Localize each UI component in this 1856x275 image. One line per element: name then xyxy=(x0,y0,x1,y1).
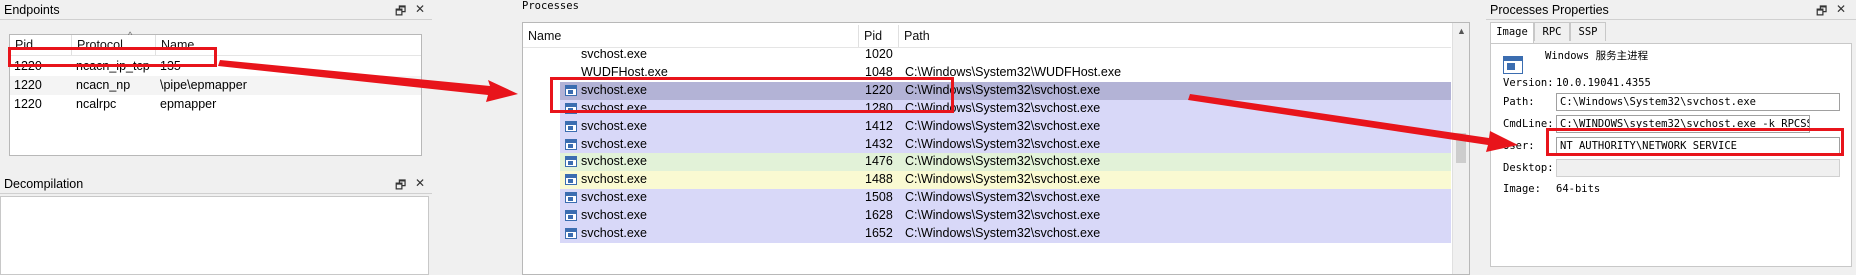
processes-pane: Processes Name Pid Path svchost.exe 1020 W… xyxy=(518,0,1472,275)
sort-indicator-icon: ^ xyxy=(128,30,133,40)
pid-cell: 1476 xyxy=(865,154,893,169)
table-row[interactable]: svchost.exe 1412 C:\Windows\System32\svcho… xyxy=(560,117,1451,136)
process-name-cell: svchost.exe xyxy=(581,154,648,169)
table-row[interactable]: svchost.exe 1508 C:\Windows\System32\svcho… xyxy=(560,189,1451,208)
exe-icon xyxy=(565,156,577,168)
process-name-cell: svchost.exe xyxy=(581,208,648,223)
col-header-path[interactable]: Path xyxy=(899,25,1451,47)
table-header-divider xyxy=(523,47,1451,48)
exe-icon xyxy=(565,210,577,222)
properties-title: Processes Properties xyxy=(1486,0,1856,20)
path-cell: C:\Windows\System32\svchost.exe xyxy=(905,172,1101,187)
highlight-cmdline-field xyxy=(1546,128,1844,156)
tab-rpc[interactable]: RPC xyxy=(1534,22,1570,41)
decompilation-area[interactable] xyxy=(0,196,429,275)
desktop-label: Desktop: xyxy=(1503,162,1554,174)
desktop-field[interactable] xyxy=(1556,159,1840,177)
table-row[interactable]: svchost.exe 1020 xyxy=(560,49,1451,64)
path-field[interactable]: C:\Windows\System32\svchost.exe xyxy=(1556,93,1840,111)
col-header-name[interactable]: Name xyxy=(523,25,859,47)
application-icon xyxy=(1503,56,1523,74)
pid-cell: 1432 xyxy=(865,136,893,151)
table-row[interactable]: svchost.exe 1432 C:\Windows\System32\svcho… xyxy=(560,135,1451,154)
exe-icon xyxy=(565,192,577,204)
decompilation-pane: Decompilation 🗗 ✕ xyxy=(0,174,432,275)
endpoints-title: Endpoints xyxy=(0,0,432,20)
highlight-process-row xyxy=(550,77,954,113)
path-cell: C:\Windows\System32\svchost.exe xyxy=(905,136,1101,151)
protocol-cell: ncacn_np xyxy=(76,78,131,92)
process-name-cell: svchost.exe xyxy=(581,49,648,61)
path-cell: C:\Windows\System32\svchost.exe xyxy=(905,190,1101,205)
table-row[interactable]: 1220 ncalrpc epmapper xyxy=(10,95,421,114)
properties-tabs: Image RPC SSP xyxy=(1490,22,1852,43)
name-cell: \pipe\epmapper xyxy=(160,78,247,92)
processes-title: Processes xyxy=(522,0,579,12)
process-name-cell: svchost.exe xyxy=(581,172,648,187)
highlight-endpoint-row xyxy=(8,47,217,67)
endpoints-pane: Endpoints 🗗 ✕ Pid Protocol ^ Name 1220 nc… xyxy=(0,0,432,168)
float-icon[interactable]: 🗗 xyxy=(1816,2,1827,23)
version-label: Version: xyxy=(1503,77,1554,89)
vertical-scrollbar[interactable]: ▲ xyxy=(1452,23,1469,274)
path-label: Path: xyxy=(1503,96,1535,108)
table-row[interactable]: 1220 ncacn_np \pipe\epmapper xyxy=(10,76,421,95)
exe-icon xyxy=(565,228,577,239)
pid-cell: 1488 xyxy=(865,172,893,187)
table-row[interactable]: svchost.exe 1488 C:\Windows\System32\svcho… xyxy=(560,171,1451,190)
process-description: Windows 服务主进程 xyxy=(1545,50,1649,62)
image-value: 64-bits xyxy=(1556,183,1601,195)
path-cell: C:\Windows\System32\svchost.exe xyxy=(905,208,1101,223)
user-label: User: xyxy=(1503,140,1535,152)
path-cell: C:\Windows\System32\svchost.exe xyxy=(905,226,1101,240)
pid-cell: 1220 xyxy=(14,97,42,111)
image-label: Image: xyxy=(1503,183,1541,195)
process-name-cell: svchost.exe xyxy=(581,136,648,151)
exe-icon xyxy=(565,120,577,132)
col-header-pid[interactable]: Pid xyxy=(859,25,899,47)
close-icon[interactable]: ✕ xyxy=(1836,2,1846,16)
process-name-cell: svchost.exe xyxy=(581,226,648,240)
decompilation-title: Decompilation xyxy=(0,174,432,194)
exe-icon xyxy=(565,174,577,186)
table-row[interactable]: svchost.exe 1476 C:\Windows\System32\svcho… xyxy=(560,153,1451,172)
table-row[interactable]: svchost.exe 1652 C:\Windows\System32\svcho… xyxy=(560,225,1451,243)
exe-icon xyxy=(565,138,577,150)
tab-ssp[interactable]: SSP xyxy=(1570,22,1606,41)
pid-cell: 1020 xyxy=(865,49,893,61)
pid-cell: 1220 xyxy=(14,78,42,92)
pid-cell: 1652 xyxy=(865,226,893,240)
process-name-cell: svchost.exe xyxy=(581,118,648,133)
pid-cell: 1412 xyxy=(865,118,893,133)
name-cell: epmapper xyxy=(160,97,217,111)
pid-cell: 1628 xyxy=(865,208,893,223)
float-icon[interactable]: 🗗 xyxy=(395,176,406,197)
tab-image[interactable]: Image xyxy=(1490,22,1534,43)
path-cell: C:\Windows\System32\svchost.exe xyxy=(905,154,1101,169)
scroll-up-icon[interactable]: ▲ xyxy=(1457,26,1466,36)
processes-table: Name Pid Path svchost.exe 1020 WUDFHost.ex… xyxy=(522,22,1470,275)
float-icon[interactable]: 🗗 xyxy=(395,2,406,23)
table-row[interactable]: svchost.exe 1628 C:\Windows\System32\svcho… xyxy=(560,207,1451,226)
path-cell: C:\Windows\System32\svchost.exe xyxy=(905,118,1101,133)
protocol-cell: ncalrpc xyxy=(76,97,117,111)
pid-cell: 1508 xyxy=(865,190,893,205)
scrollbar-thumb[interactable] xyxy=(1456,133,1466,163)
version-value: 10.0.19041.4355 xyxy=(1556,77,1651,89)
close-icon[interactable]: ✕ xyxy=(415,176,425,190)
close-icon[interactable]: ✕ xyxy=(415,2,425,16)
process-name-cell: svchost.exe xyxy=(581,190,648,205)
